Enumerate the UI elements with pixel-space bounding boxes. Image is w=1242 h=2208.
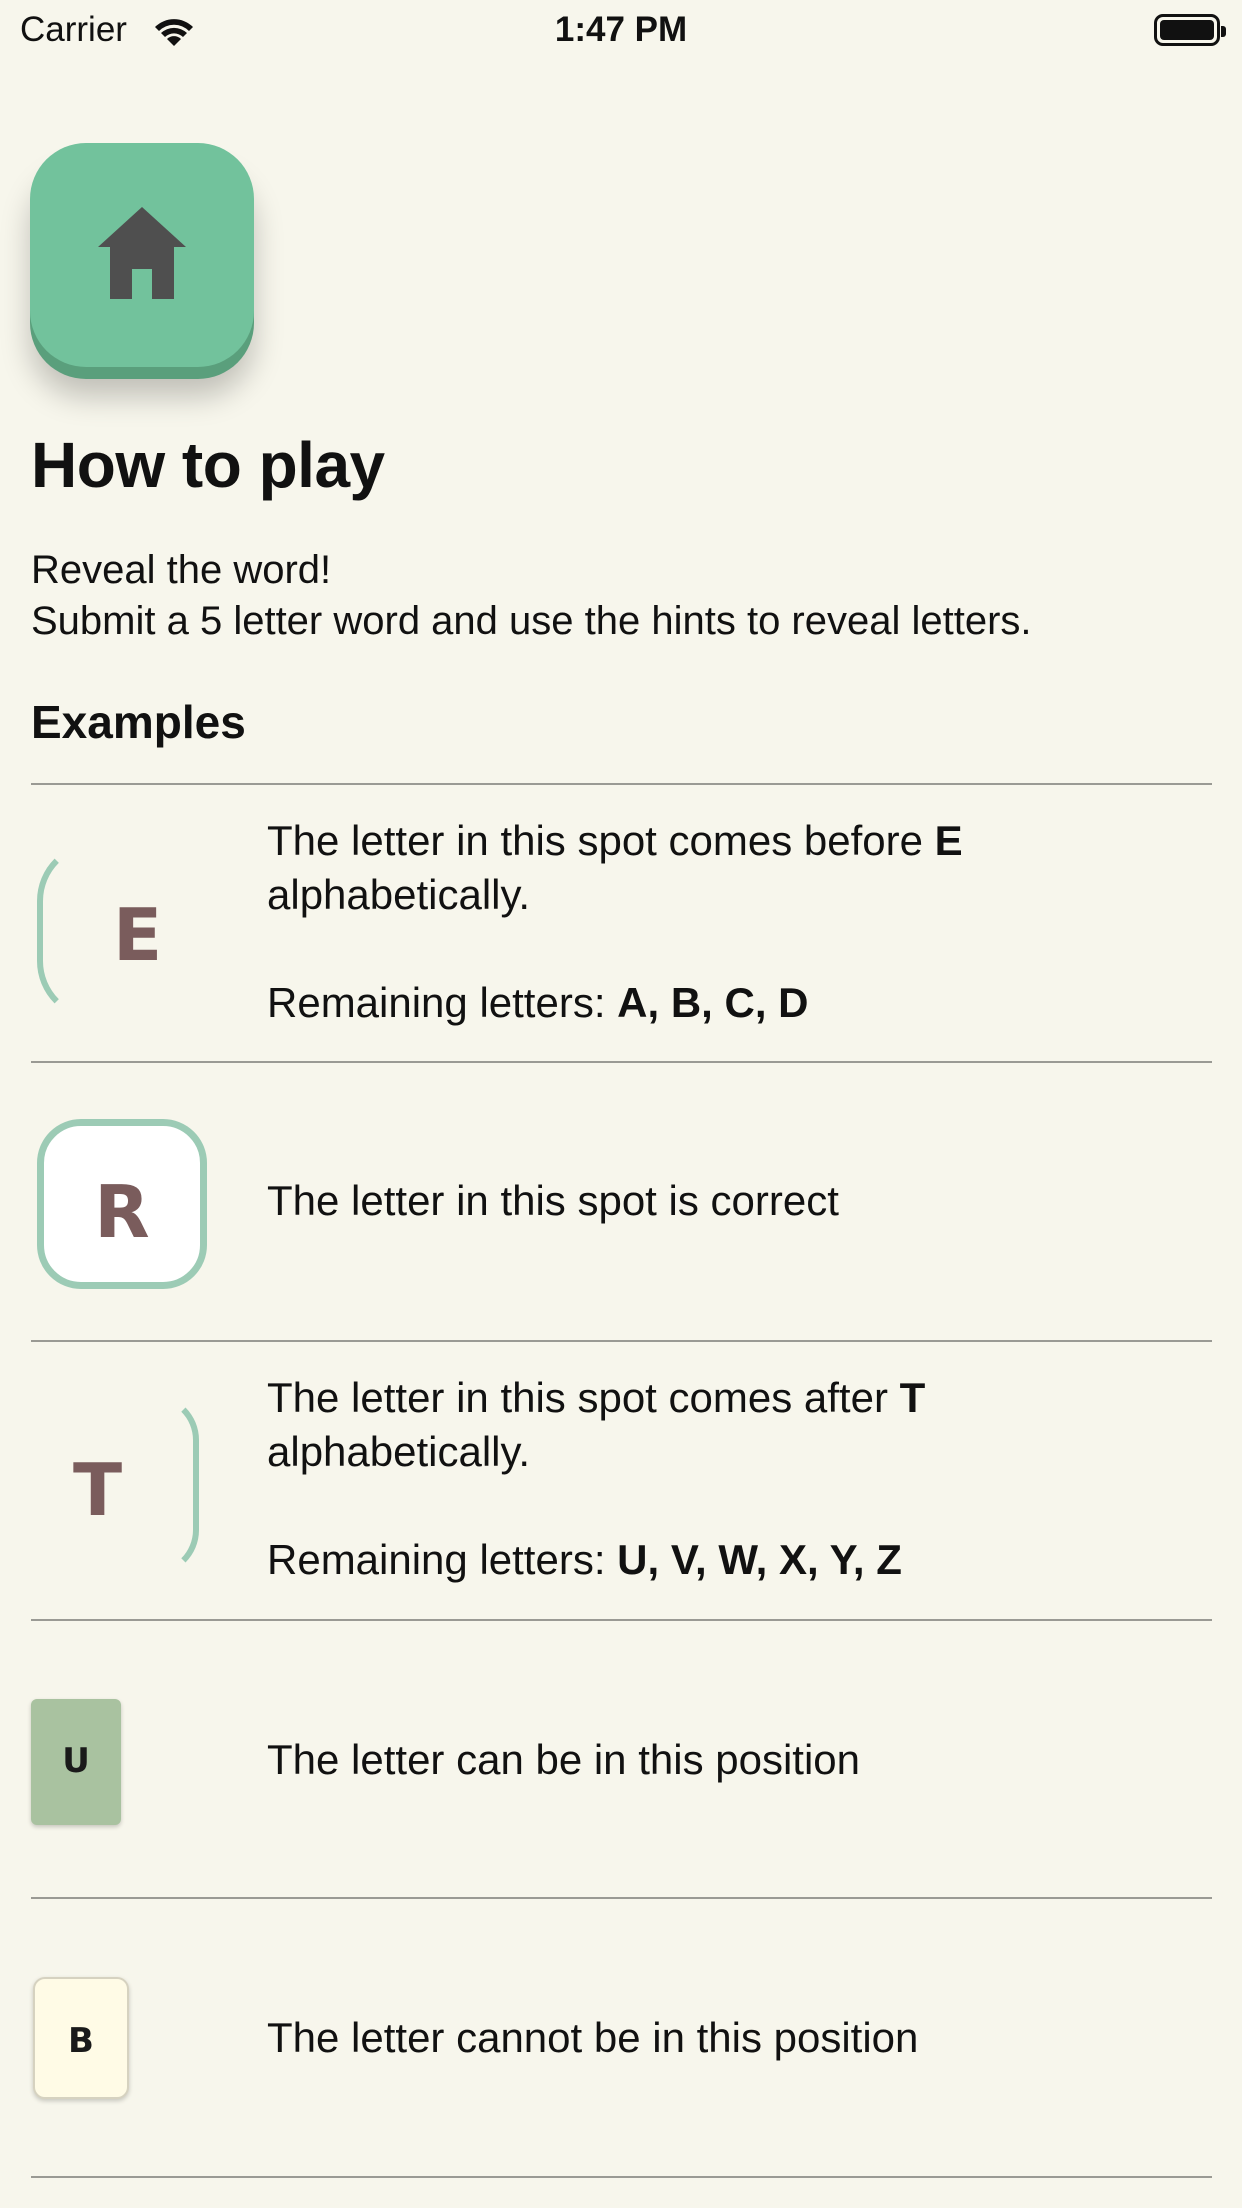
example-description: The letter in this spot is correct xyxy=(267,1177,839,1224)
description-letter: E xyxy=(934,817,963,864)
clock: 1:47 PM xyxy=(554,10,688,49)
intro-line-1: Reveal the word! xyxy=(31,548,332,592)
home-button[interactable] xyxy=(30,143,254,367)
remaining-label: Remaining letters: xyxy=(267,1536,618,1583)
remaining-label: Remaining letters: xyxy=(267,979,618,1026)
tile-letter: B xyxy=(68,2021,94,2061)
example-cannot-be: B The letter cannot be in this position xyxy=(31,1899,1212,2176)
example-can-be: U The letter can be in this position xyxy=(31,1621,1212,1897)
tile-letter: U xyxy=(62,1741,90,1781)
home-icon xyxy=(98,207,186,299)
tile-letter: T xyxy=(73,1448,123,1532)
description-text-line2: alphabetically. xyxy=(267,871,531,918)
remaining-letters: A, B, C, D xyxy=(617,979,809,1026)
page-title: How to play xyxy=(31,429,385,501)
example-description: The letter in this spot comes before E a… xyxy=(267,814,963,1030)
example-description: The letter in this spot comes after T al… xyxy=(267,1371,925,1587)
example-description: The letter cannot be in this position xyxy=(267,2014,919,2061)
battery-icon xyxy=(1154,14,1226,46)
example-correct: R The letter in this spot is correct xyxy=(31,1063,1212,1340)
excluded-tile: B xyxy=(33,1977,129,2099)
status-bar: Carrier 1:47 PM xyxy=(0,0,1242,64)
intro-text: Reveal the word! Submit a 5 letter word … xyxy=(31,545,1032,647)
example-after: T The letter in this spot comes after T … xyxy=(31,1342,1212,1619)
correct-tile: R xyxy=(37,1119,207,1289)
remaining-letters: U, V, W, X, Y, Z xyxy=(617,1536,902,1583)
examples-heading: Examples xyxy=(31,696,246,748)
example-before: E The letter in this spot comes before E… xyxy=(31,785,1212,1061)
left-bracket-indicator xyxy=(37,841,103,1021)
description-text: The letter in this spot comes after xyxy=(267,1374,900,1421)
tile-letter: R xyxy=(94,1170,150,1254)
description-letter: T xyxy=(899,1374,926,1421)
tile-letter: E xyxy=(113,893,163,977)
description-text-line2: alphabetically. xyxy=(267,1428,531,1475)
description-text: The letter in this spot comes before xyxy=(267,817,935,864)
possible-tile: U xyxy=(31,1699,121,1825)
right-bracket-indicator xyxy=(153,1394,199,1576)
example-description: The letter can be in this position xyxy=(267,1736,861,1783)
intro-line-2: Submit a 5 letter word and use the hints… xyxy=(31,599,1032,643)
divider xyxy=(31,2176,1212,2178)
